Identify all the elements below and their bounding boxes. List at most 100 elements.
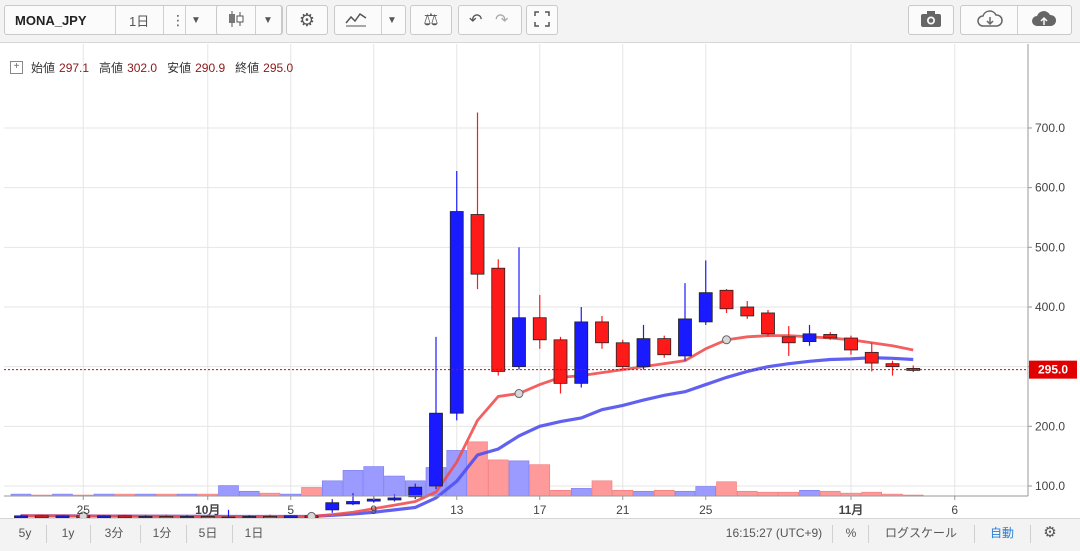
candle-body: [740, 306, 755, 317]
price-chart[interactable]: 100.0200.0300.0400.0500.0600.0700.02510月…: [4, 44, 1080, 521]
ohlc-legend: + 始値 297.1 高値 302.0 安値 290.9 終値 295.0: [10, 59, 299, 76]
volume-bar: [633, 490, 654, 497]
candle-body: [429, 412, 443, 487]
range-1day-button[interactable]: 1日: [240, 519, 268, 551]
close-value: 295.0: [263, 60, 294, 75]
fullscreen-icon[interactable]: [534, 10, 550, 30]
settings-button[interactable]: ⚙: [286, 5, 328, 35]
volume-bar: [570, 488, 592, 497]
volume-bar: [612, 489, 634, 497]
volume-bar: [799, 489, 820, 497]
candle-body: [615, 342, 630, 368]
volume-bar: [591, 480, 613, 497]
cloud-download-icon[interactable]: [977, 9, 1003, 31]
volume-bar: [819, 490, 841, 497]
candle-body: [719, 289, 734, 310]
symbol-name[interactable]: MONA_JPY: [5, 13, 115, 28]
candle-body: [470, 214, 485, 275]
dropdown-icon[interactable]: ▼: [387, 15, 397, 26]
compare-icon[interactable]: ⚖: [423, 10, 438, 30]
volume-bar: [238, 490, 260, 497]
candle-body: [346, 501, 360, 505]
y-tick-label: 600.0: [1035, 181, 1065, 195]
expand-icon[interactable]: +: [10, 61, 23, 74]
range-5y-button[interactable]: 5y: [12, 519, 38, 551]
volume-bar: [384, 475, 405, 497]
range-3min-button[interactable]: 3分: [98, 519, 130, 551]
volume-bar: [218, 485, 239, 497]
candle-body: [823, 334, 838, 339]
volume-bar: [301, 487, 322, 497]
volume-bar: [529, 464, 551, 497]
undo-icon[interactable]: ↶: [469, 10, 482, 30]
undo-redo-group: ↶ ↷: [458, 5, 522, 35]
dropdown-icon[interactable]: ▼: [191, 15, 201, 26]
y-tick-label: 700.0: [1035, 121, 1065, 135]
volume-bar: [861, 491, 883, 497]
candle-body: [678, 318, 692, 357]
redo-icon[interactable]: ↷: [495, 10, 508, 30]
open-value: 297.1: [59, 60, 90, 75]
high-value: 302.0: [127, 60, 158, 75]
x-tick-label: 10月: [195, 503, 220, 517]
y-tick-label: 400.0: [1035, 300, 1065, 314]
volume-bar: [363, 466, 385, 497]
range-5day-button[interactable]: 5日: [194, 519, 222, 551]
candle-body: [512, 317, 526, 368]
open-label: 始値: [31, 61, 56, 75]
indicators-icon[interactable]: [345, 11, 367, 30]
compare-button[interactable]: ⚖: [410, 5, 452, 35]
candle-body: [864, 351, 879, 364]
volume-bar: [321, 480, 343, 497]
chart-type-button[interactable]: ▼: [216, 5, 282, 35]
volume-bar: [736, 490, 758, 497]
candle-body: [802, 333, 817, 342]
low-label: 安値: [167, 61, 192, 75]
log-scale-toggle[interactable]: ログスケール: [876, 519, 966, 551]
more-vert-icon[interactable]: ⋮: [171, 12, 185, 29]
candle-body: [885, 363, 900, 368]
settings-icon[interactable]: ⚙: [299, 10, 315, 31]
candle-body: [698, 292, 713, 323]
candle-body: [491, 267, 506, 372]
y-tick-label: 100.0: [1035, 479, 1065, 493]
ma-marker: [514, 389, 524, 399]
x-tick-label: 13: [450, 503, 464, 517]
percent-toggle[interactable]: %: [840, 519, 862, 551]
candle-body: [325, 502, 340, 511]
interval-button[interactable]: 1日: [129, 11, 149, 30]
x-tick-label: 25: [699, 503, 713, 517]
x-tick-label: 21: [616, 503, 630, 517]
cloud-upload-icon[interactable]: [1031, 10, 1057, 31]
candle-body: [532, 317, 547, 341]
candle-body: [657, 338, 672, 356]
candle-body: [449, 211, 464, 414]
candlestick-icon[interactable]: [227, 10, 245, 31]
plot-background: [4, 44, 1028, 496]
volume-bar: [716, 481, 737, 497]
candle-body: [781, 336, 796, 344]
toolbar: MONA_JPY 1日 ⋮ ▼ ▼ ⚙ ▼ ⚖ ↶ ↷: [0, 0, 1080, 43]
chart-area[interactable]: 100.0200.0300.0400.0500.0600.0700.02510月…: [4, 44, 1080, 521]
clock: 16:15:27 (UTC+9): [725, 526, 823, 540]
high-label: 高値: [99, 61, 124, 75]
indicators-button[interactable]: ▼: [334, 5, 406, 35]
range-1y-button[interactable]: 1y: [56, 519, 80, 551]
volume-bar: [695, 486, 717, 497]
gear-icon[interactable]: ⚙: [1040, 519, 1060, 551]
candle-body: [574, 321, 589, 384]
range-1min-button[interactable]: 1分: [148, 519, 176, 551]
camera-icon[interactable]: [920, 10, 942, 31]
fullscreen-button[interactable]: [526, 5, 558, 35]
x-tick-label: 11月: [839, 503, 864, 517]
y-tick-label: 500.0: [1035, 240, 1065, 254]
auto-scale-toggle[interactable]: 自動: [982, 519, 1022, 551]
screenshot-button[interactable]: [908, 5, 954, 35]
volume-bar: [757, 491, 779, 497]
dropdown-icon[interactable]: ▼: [263, 15, 273, 26]
volume-bar: [550, 489, 571, 497]
candle-body: [408, 486, 423, 498]
x-tick-label: 5: [287, 503, 294, 517]
close-label: 終値: [235, 61, 260, 75]
candle-body: [553, 339, 568, 384]
